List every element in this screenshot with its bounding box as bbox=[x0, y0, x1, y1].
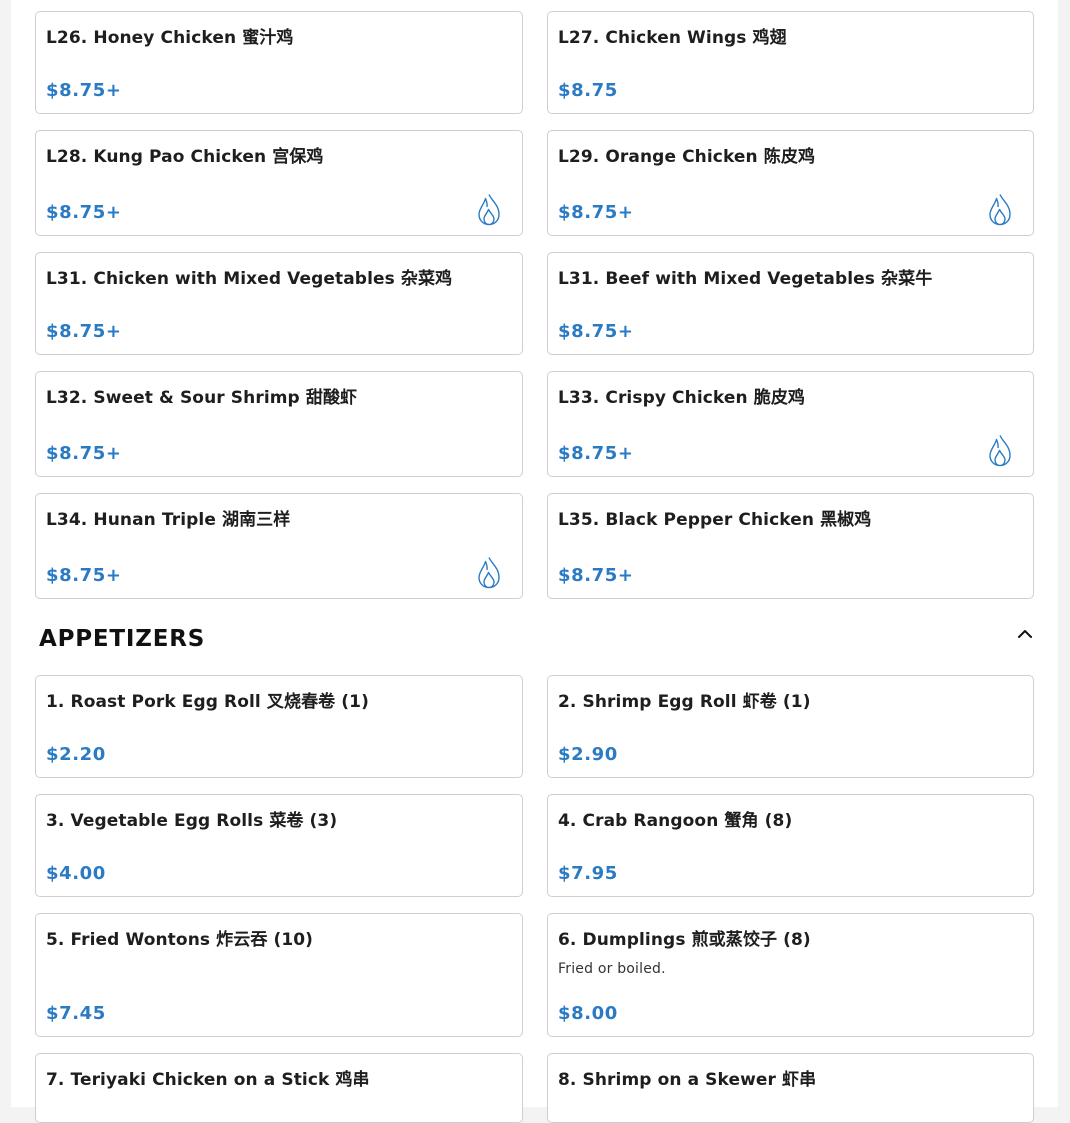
item-price: $8.75 bbox=[558, 80, 618, 101]
item-name: L32. Sweet & Sour Shrimp 甜酸虾 bbox=[46, 388, 358, 408]
item-name: L34. Hunan Triple 湖南三样 bbox=[46, 510, 291, 530]
item-name: L26. Honey Chicken 蜜汁鸡 bbox=[46, 28, 294, 48]
item-price: $2.90 bbox=[558, 744, 618, 765]
menu-item-card[interactable]: L31. Beef with Mixed Vegetables 杂菜牛 $8.7… bbox=[547, 252, 1034, 355]
section-title-appetizers: APPETIZERS bbox=[39, 626, 206, 652]
item-name: L29. Orange Chicken 陈皮鸡 bbox=[558, 147, 816, 167]
item-price: $8.00 bbox=[558, 1003, 618, 1024]
item-price: $7.95 bbox=[558, 863, 618, 884]
spicy-flame-icon bbox=[478, 194, 500, 226]
item-name: 6. Dumplings 煎或蒸饺子 (8) bbox=[558, 930, 811, 950]
item-price: $7.45 bbox=[46, 1003, 106, 1024]
item-name: 8. Shrimp on a Skewer 虾串 bbox=[558, 1070, 817, 1090]
item-price: $8.75+ bbox=[46, 80, 122, 101]
menu-item-card[interactable]: 8. Shrimp on a Skewer 虾串 bbox=[547, 1053, 1034, 1123]
spicy-flame-icon bbox=[989, 194, 1011, 226]
item-price: $8.75+ bbox=[558, 443, 634, 464]
menu-item-card[interactable]: 5. Fried Wontons 炸云吞 (10) $7.45 bbox=[35, 913, 523, 1037]
item-name: 1. Roast Pork Egg Roll 叉烧春卷 (1) bbox=[46, 692, 369, 712]
item-name: 5. Fried Wontons 炸云吞 (10) bbox=[46, 930, 314, 950]
menu-item-card[interactable]: L34. Hunan Triple 湖南三样 $8.75+ bbox=[35, 493, 523, 599]
item-description: Fried or boiled. bbox=[558, 961, 666, 977]
item-name: 2. Shrimp Egg Roll 虾卷 (1) bbox=[558, 692, 811, 712]
menu-item-card[interactable]: L31. Chicken with Mixed Vegetables 杂菜鸡 $… bbox=[35, 252, 523, 355]
item-price: $4.00 bbox=[46, 863, 106, 884]
menu-item-card[interactable]: L32. Sweet & Sour Shrimp 甜酸虾 $8.75+ bbox=[35, 371, 523, 477]
item-price: $8.75+ bbox=[46, 202, 122, 223]
menu-item-card[interactable]: L28. Kung Pao Chicken 宫保鸡 $8.75+ bbox=[35, 130, 523, 236]
item-name: 4. Crab Rangoon 蟹角 (8) bbox=[558, 811, 793, 831]
item-name: 3. Vegetable Egg Rolls 菜卷 (3) bbox=[46, 811, 338, 831]
menu-item-card[interactable]: 4. Crab Rangoon 蟹角 (8) $7.95 bbox=[547, 794, 1034, 897]
item-name: L31. Chicken with Mixed Vegetables 杂菜鸡 bbox=[46, 269, 453, 289]
item-name: L31. Beef with Mixed Vegetables 杂菜牛 bbox=[558, 269, 933, 289]
item-price: $8.75+ bbox=[46, 443, 122, 464]
menu-item-card[interactable]: L26. Honey Chicken 蜜汁鸡 $8.75+ bbox=[35, 11, 523, 114]
menu-item-card[interactable]: L33. Crispy Chicken 脆皮鸡 $8.75+ bbox=[547, 371, 1034, 477]
spicy-flame-icon bbox=[989, 435, 1011, 467]
item-price: $8.75+ bbox=[46, 565, 122, 586]
item-name: 7. Teriyaki Chicken on a Stick 鸡串 bbox=[46, 1070, 370, 1090]
menu-item-card[interactable]: 3. Vegetable Egg Rolls 菜卷 (3) $4.00 bbox=[35, 794, 523, 897]
menu-item-card[interactable]: 7. Teriyaki Chicken on a Stick 鸡串 bbox=[35, 1053, 523, 1123]
menu-item-card[interactable]: L35. Black Pepper Chicken 黑椒鸡 $8.75+ bbox=[547, 493, 1034, 599]
item-name: L33. Crispy Chicken 脆皮鸡 bbox=[558, 388, 806, 408]
menu-item-card[interactable]: L27. Chicken Wings 鸡翅 $8.75 bbox=[547, 11, 1034, 114]
item-price: $8.75+ bbox=[46, 321, 122, 342]
menu-item-card[interactable]: 6. Dumplings 煎或蒸饺子 (8) Fried or boiled. … bbox=[547, 913, 1034, 1037]
item-name: L35. Black Pepper Chicken 黑椒鸡 bbox=[558, 510, 872, 530]
menu-item-card[interactable]: 2. Shrimp Egg Roll 虾卷 (1) $2.90 bbox=[547, 675, 1034, 778]
item-price: $8.75+ bbox=[558, 202, 634, 223]
item-price: $2.20 bbox=[46, 744, 106, 765]
item-price: $8.75+ bbox=[558, 565, 634, 586]
item-price: $8.75+ bbox=[558, 321, 634, 342]
chevron-up-icon[interactable] bbox=[1015, 624, 1035, 642]
item-name: L27. Chicken Wings 鸡翅 bbox=[558, 28, 787, 48]
item-name: L28. Kung Pao Chicken 宫保鸡 bbox=[46, 147, 324, 167]
menu-item-card[interactable]: L29. Orange Chicken 陈皮鸡 $8.75+ bbox=[547, 130, 1034, 236]
menu-item-card[interactable]: 1. Roast Pork Egg Roll 叉烧春卷 (1) $2.20 bbox=[35, 675, 523, 778]
spicy-flame-icon bbox=[478, 557, 500, 589]
